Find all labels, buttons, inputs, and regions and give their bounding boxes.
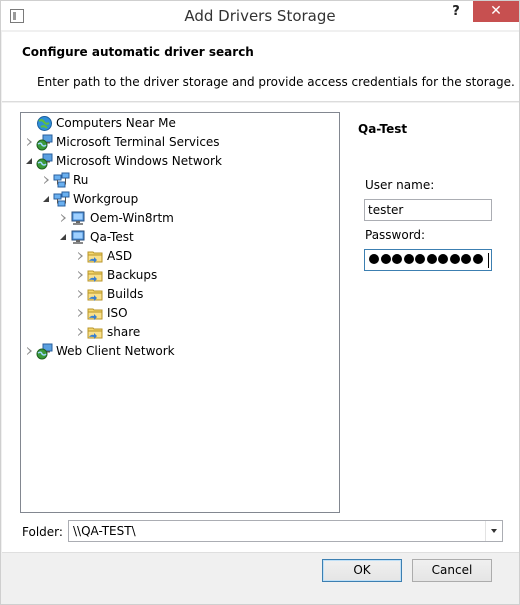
shared-folder-icon (87, 286, 104, 303)
network-globe-icon (36, 153, 53, 170)
network-tree[interactable]: Computers Near Me Microsoft Terminal Serv… (20, 112, 340, 513)
password-label-text: Password: (365, 228, 426, 242)
computer-icon (70, 210, 87, 227)
text-caret (488, 253, 489, 268)
add-drivers-storage-dialog: Add Drivers Storage ? ✕ Configure automa… (0, 0, 520, 605)
header-title: Configure automatic driver search (22, 45, 254, 59)
tree-item[interactable]: Web Client Network (21, 342, 337, 361)
expand-arrow-icon[interactable] (27, 138, 32, 146)
tree-item[interactable]: Microsoft Windows Network (21, 152, 337, 171)
tree-item-label: ASD (107, 249, 133, 263)
button-bar: OK Cancel (2, 552, 519, 604)
expand-arrow-icon[interactable] (78, 290, 83, 298)
expand-arrow-icon[interactable] (44, 176, 49, 184)
username-label-text: User name: (365, 178, 435, 192)
tree-item[interactable]: Workgroup (21, 190, 337, 209)
password-dot (380, 254, 391, 264)
tree-item[interactable]: Ru (21, 171, 337, 190)
password-dot (392, 254, 402, 264)
password-mask (369, 254, 484, 266)
expand-arrow-icon[interactable] (27, 347, 32, 355)
tree-item-label: ISO (107, 306, 128, 320)
tree-item-label: Microsoft Windows Network (56, 154, 222, 168)
title-bar: Add Drivers Storage ? ✕ (1, 1, 519, 31)
username-label: User name: (365, 178, 434, 192)
tree-item[interactable]: Oem-Win8rtm (21, 209, 337, 228)
tree-item-label: Microsoft Terminal Services (56, 135, 220, 149)
username-value: tester (368, 203, 404, 217)
folder-combobox[interactable]: \\QA-TEST\ (68, 520, 503, 542)
expand-arrow-icon[interactable] (78, 271, 83, 279)
tree-item[interactable]: Backups (21, 266, 337, 285)
password-dot (369, 254, 379, 264)
tree-item[interactable]: ISO (21, 304, 337, 323)
header-panel: Configure automatic driver search Enter … (2, 32, 519, 102)
cancel-button[interactable]: Cancel (412, 559, 492, 582)
expand-arrow-icon[interactable] (61, 214, 66, 222)
expand-arrow-icon[interactable] (78, 252, 83, 260)
password-dot (472, 254, 483, 264)
window-title: Add Drivers Storage (184, 7, 336, 25)
header-description: Enter path to the driver storage and pro… (37, 75, 515, 89)
expand-arrow-icon[interactable] (78, 309, 83, 317)
tree-item-label: Ru (73, 173, 89, 187)
collapse-arrow-icon[interactable] (26, 158, 32, 164)
tree-item-label: Backups (107, 268, 158, 282)
tree-item[interactable]: share (21, 323, 337, 342)
password-dot (438, 254, 448, 264)
close-button[interactable]: ✕ (473, 1, 519, 22)
folder-value: \\QA-TEST\ (73, 524, 136, 538)
network-globe-icon (36, 134, 53, 151)
tree-item-label: Computers Near Me (56, 116, 176, 130)
password-dot (449, 254, 460, 264)
folder-label: Folder: (22, 525, 63, 539)
shared-folder-icon (87, 324, 104, 341)
content-area: Computers Near Me Microsoft Terminal Serv… (2, 103, 519, 604)
ok-button[interactable]: OK (322, 559, 402, 582)
chevron-down-icon[interactable] (485, 521, 502, 541)
network-globe-icon (36, 343, 53, 360)
password-dot (461, 254, 471, 264)
tree-item-label: Builds (107, 287, 144, 301)
password-input[interactable] (364, 249, 492, 271)
collapse-arrow-icon[interactable] (60, 234, 66, 240)
shared-folder-icon (87, 267, 104, 284)
globe-network-icon (36, 115, 53, 132)
tree-item-label: Workgroup (73, 192, 139, 206)
tree-item-label: share (107, 325, 141, 339)
tree-item-label: Qa-Test (90, 230, 134, 244)
password-dot (415, 254, 425, 264)
collapse-arrow-icon[interactable] (43, 196, 49, 202)
tree-item-label: Web Client Network (56, 344, 175, 358)
password-label: Password: (365, 228, 425, 242)
help-button[interactable]: ? (449, 4, 463, 22)
tree-item[interactable]: Computers Near Me (21, 114, 337, 133)
tree-item[interactable]: ASD (21, 247, 337, 266)
tree-item[interactable]: Microsoft Terminal Services (21, 133, 337, 152)
password-dot (426, 254, 437, 264)
domain-icon (53, 191, 70, 208)
shared-folder-icon (87, 305, 104, 322)
selected-computer-name: Qa-Test (358, 122, 408, 136)
shared-folder-icon (87, 248, 104, 265)
tree-item-label: Oem-Win8rtm (90, 211, 174, 225)
tree-item[interactable]: Qa-Test (21, 228, 337, 247)
domain-icon (53, 172, 70, 189)
tree-item[interactable]: Builds (21, 285, 337, 304)
computer-icon (70, 229, 87, 246)
expand-arrow-icon[interactable] (78, 328, 83, 336)
password-dot (403, 254, 414, 264)
username-input[interactable]: tester (364, 199, 492, 221)
